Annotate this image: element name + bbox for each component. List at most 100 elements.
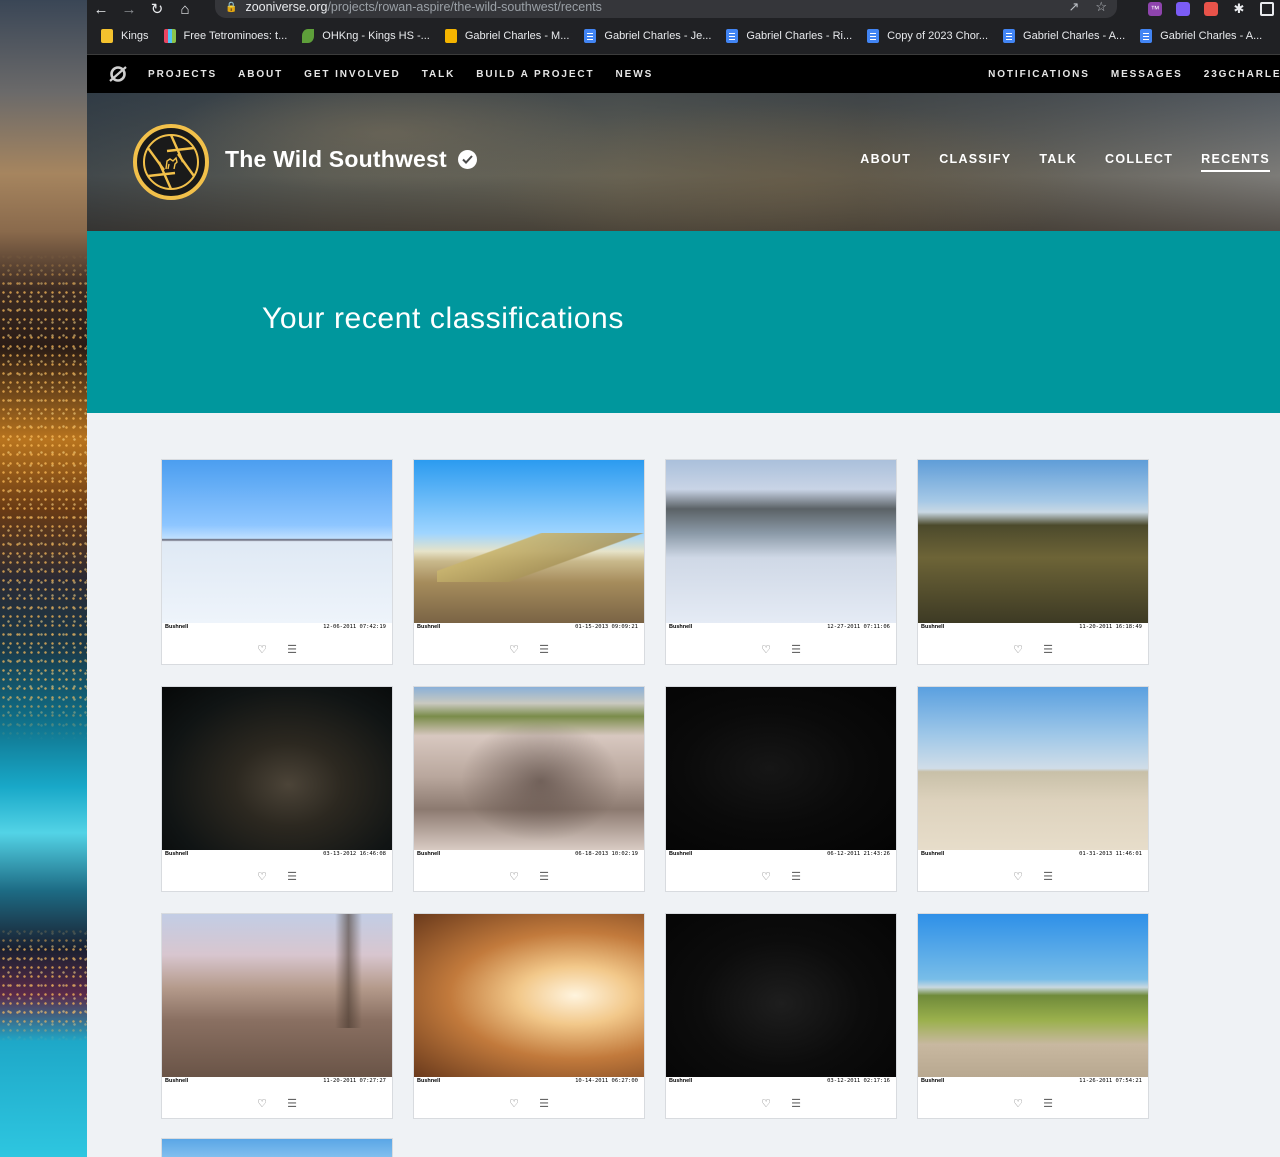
favorite-heart-icon[interactable]: ♡: [760, 870, 772, 883]
add-to-collection-icon[interactable]: ☰: [1042, 643, 1054, 656]
tetris-icon: [163, 29, 176, 43]
add-to-collection-icon[interactable]: ☰: [1042, 1097, 1054, 1110]
favorite-heart-icon[interactable]: ♡: [256, 1097, 268, 1110]
classification-card[interactable]: Bushnell 10-14-2011 06:27:00 ♡ ☰: [413, 913, 645, 1119]
favorite-heart-icon[interactable]: ♡: [1012, 1097, 1024, 1110]
nav-notifications[interactable]: NOTIFICATIONS: [988, 69, 1090, 80]
favorite-heart-icon[interactable]: ♡: [256, 870, 268, 883]
subject-image: [666, 460, 896, 623]
subject-thumbnail[interactable]: Bushnell 03-12-2011 02:17:16: [666, 914, 896, 1087]
favorite-heart-icon[interactable]: ♡: [1012, 870, 1024, 883]
bookmark-item[interactable]: OHKng - Kings HS -...: [302, 29, 430, 43]
add-to-collection-icon[interactable]: ☰: [538, 1097, 550, 1110]
nav-news[interactable]: NEWS: [616, 69, 654, 80]
subject-image: [162, 914, 392, 1077]
classification-card[interactable]: Bushnell 03-12-2011 02:17:16 ♡ ☰: [665, 913, 897, 1119]
bookmark-star-icon[interactable]: ☆: [1095, 0, 1107, 15]
favorite-heart-icon[interactable]: ♡: [760, 643, 772, 656]
favorite-heart-icon[interactable]: ♡: [256, 643, 268, 656]
favorite-heart-icon[interactable]: ♡: [760, 1097, 772, 1110]
add-to-collection-icon[interactable]: ☰: [1042, 870, 1054, 883]
nav-user-menu[interactable]: 23GCHARLES: [1204, 69, 1280, 80]
camera-stamp: Bushnell 06-18-2013 10:02:19: [414, 850, 644, 860]
bookmark-item[interactable]: Free Tetrominoes: t...: [163, 29, 287, 43]
subject-thumbnail[interactable]: Bushnell 11-26-2011 07:54:21: [918, 914, 1148, 1087]
favorite-heart-icon[interactable]: ♡: [508, 643, 520, 656]
nav-build-a-project[interactable]: BUILD A PROJECT: [476, 69, 594, 80]
subject-thumbnail[interactable]: Bushnell 12-27-2011 07:11:06: [666, 460, 896, 633]
bookmark-item[interactable]: Gabriel Charles - A...: [1003, 29, 1125, 43]
share-icon[interactable]: ↗: [1068, 0, 1079, 15]
classification-card[interactable]: Bushnell 11-26-2011 07:54:21 ♡ ☰: [917, 913, 1149, 1119]
project-tab-classify[interactable]: CLASSIFY: [939, 152, 1011, 172]
capture-timestamp: 06-18-2013 10:02:19: [575, 851, 638, 857]
back-icon[interactable]: ←: [87, 0, 115, 18]
project-tab-recents[interactable]: RECENTS: [1201, 152, 1270, 172]
classification-card[interactable]: Bushnell 11-20-2011 16:18:49 ♡ ☰: [917, 459, 1149, 665]
classification-card[interactable]: Bushnell 12-06-2011 07:42:19 ♡ ☰: [161, 459, 393, 665]
classification-card[interactable]: Bushnell 12-27-2011 07:11:06 ♡ ☰: [665, 459, 897, 665]
extension-shield-icon[interactable]: [1176, 2, 1190, 16]
extension-print-icon[interactable]: [1204, 2, 1218, 16]
favorite-heart-icon[interactable]: ♡: [508, 870, 520, 883]
side-panel-icon[interactable]: [1260, 2, 1274, 16]
bookmark-item[interactable]: Gabriel Charles - Je...: [584, 29, 711, 43]
subject-thumbnail[interactable]: Bushnell 01-15-2013 09:09:21: [414, 460, 644, 633]
add-to-collection-icon[interactable]: ☰: [286, 643, 298, 656]
subject-thumbnail[interactable]: Bushnell 12-06-2011 07:42:19: [162, 460, 392, 633]
capture-timestamp: 01-31-2013 11:46:01: [1079, 851, 1142, 857]
classification-card[interactable]: [161, 1138, 393, 1157]
address-bar[interactable]: 🔒 zooniverse.org/projects/rowan-aspire/t…: [215, 0, 1117, 18]
subject-thumbnail[interactable]: Bushnell 01-31-2013 11:46:01: [918, 687, 1148, 860]
bookmark-item[interactable]: Copy of 2023 Chor...: [867, 29, 988, 43]
classification-card[interactable]: Bushnell 03-13-2012 16:46:08 ♡ ☰: [161, 686, 393, 892]
project-tab-collect[interactable]: COLLECT: [1105, 152, 1173, 172]
subject-image: [918, 460, 1148, 623]
subject-thumbnail[interactable]: [162, 1139, 392, 1157]
add-to-collection-icon[interactable]: ☰: [790, 643, 802, 656]
project-title[interactable]: The Wild Southwest: [225, 146, 447, 173]
add-to-collection-icon[interactable]: ☰: [790, 870, 802, 883]
nav-projects[interactable]: PROJECTS: [148, 69, 217, 80]
capture-timestamp: 03-13-2012 16:46:08: [323, 851, 386, 857]
home-icon[interactable]: ⌂: [171, 0, 199, 18]
zooniverse-logo-icon[interactable]: [108, 64, 128, 84]
subject-thumbnail[interactable]: Bushnell 10-14-2011 06:27:00: [414, 914, 644, 1087]
classification-card[interactable]: Bushnell 11-20-2011 07:27:27 ♡ ☰: [161, 913, 393, 1119]
add-to-collection-icon[interactable]: ☰: [790, 1097, 802, 1110]
bookmark-item[interactable]: Kings: [101, 29, 149, 43]
url-path: /projects/rowan-aspire/the-wild-southwes…: [327, 0, 602, 14]
add-to-collection-icon[interactable]: ☰: [286, 1097, 298, 1110]
favorite-heart-icon[interactable]: ♡: [508, 1097, 520, 1110]
nav-about[interactable]: ABOUT: [238, 69, 283, 80]
classification-card[interactable]: Bushnell 01-15-2013 09:09:21 ♡ ☰: [413, 459, 645, 665]
subject-thumbnail[interactable]: Bushnell 06-12-2011 21:43:26: [666, 687, 896, 860]
project-tab-talk[interactable]: TALK: [1039, 152, 1077, 172]
favorite-heart-icon[interactable]: ♡: [1012, 643, 1024, 656]
add-to-collection-icon[interactable]: ☰: [538, 870, 550, 883]
subject-thumbnail[interactable]: Bushnell 03-13-2012 16:46:08: [162, 687, 392, 860]
project-avatar[interactable]: [133, 124, 209, 200]
nav-get-involved[interactable]: GET INVOLVED: [304, 69, 401, 80]
subject-thumbnail[interactable]: Bushnell 11-20-2011 16:18:49: [918, 460, 1148, 633]
bookmark-item[interactable]: Gabriel Charles - M...: [444, 29, 569, 43]
classification-card[interactable]: Bushnell 01-31-2013 11:46:01 ♡ ☰: [917, 686, 1149, 892]
puzzle-icon[interactable]: ✱: [1232, 1, 1246, 16]
add-to-collection-icon[interactable]: ☰: [538, 643, 550, 656]
subject-thumbnail[interactable]: Bushnell 11-20-2011 07:27:27: [162, 914, 392, 1087]
classification-card[interactable]: Bushnell 06-12-2011 21:43:26 ♡ ☰: [665, 686, 897, 892]
capture-timestamp: 12-27-2011 07:11:06: [827, 624, 890, 630]
classification-card[interactable]: Bushnell 06-18-2013 10:02:19 ♡ ☰: [413, 686, 645, 892]
nav-talk[interactable]: TALK: [422, 69, 456, 80]
subject-image: [666, 687, 896, 850]
reload-icon[interactable]: ↻: [143, 0, 171, 18]
nav-messages[interactable]: MESSAGES: [1111, 69, 1183, 80]
extension-tm-icon[interactable]: ™: [1148, 2, 1162, 16]
project-tab-about[interactable]: ABOUT: [860, 152, 911, 172]
forward-icon[interactable]: →: [115, 0, 143, 18]
camera-stamp: Bushnell 11-20-2011 16:18:49: [918, 623, 1148, 633]
add-to-collection-icon[interactable]: ☰: [286, 870, 298, 883]
bookmark-item[interactable]: Gabriel Charles - Ri...: [726, 29, 852, 43]
bookmark-item[interactable]: Gabriel Charles - A...: [1140, 29, 1262, 43]
subject-thumbnail[interactable]: Bushnell 06-18-2013 10:02:19: [414, 687, 644, 860]
